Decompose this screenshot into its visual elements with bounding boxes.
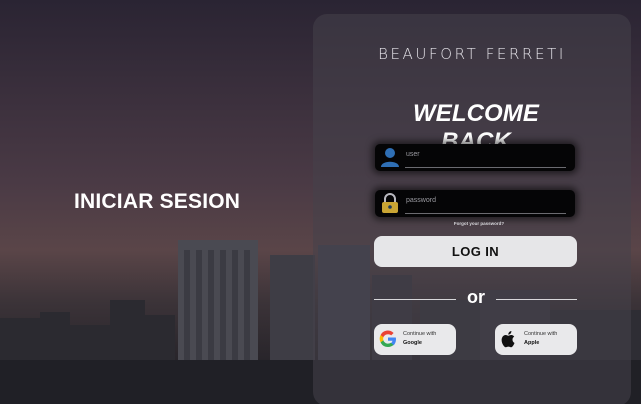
password-underline (405, 213, 566, 214)
password-field[interactable]: password (375, 190, 575, 217)
username-underline (405, 167, 566, 168)
username-field[interactable]: user (375, 144, 575, 171)
lock-icon (382, 193, 398, 213)
google-login-button[interactable]: Continue with Google (374, 324, 456, 355)
google-line2: Google (403, 340, 422, 346)
or-separator: or (467, 287, 485, 307)
apple-login-button[interactable]: Continue with Apple (495, 324, 577, 355)
divider-left (374, 299, 456, 300)
user-icon (381, 148, 399, 167)
username-placeholder: user (406, 151, 420, 158)
apple-icon (501, 331, 515, 348)
login-button[interactable]: LOG IN (374, 236, 577, 267)
forgot-password-link[interactable]: Forgot your password? (434, 221, 524, 226)
brand-logo: BEAUFORT FERRETI (378, 45, 566, 63)
google-icon (379, 330, 396, 348)
page-heading: INICIAR SESION (74, 190, 241, 213)
apple-line1: Continue with (524, 331, 558, 337)
password-placeholder: password (406, 197, 436, 204)
divider-right (496, 299, 577, 300)
google-line1: Continue with (403, 331, 437, 337)
apple-line2: Apple (524, 340, 540, 346)
